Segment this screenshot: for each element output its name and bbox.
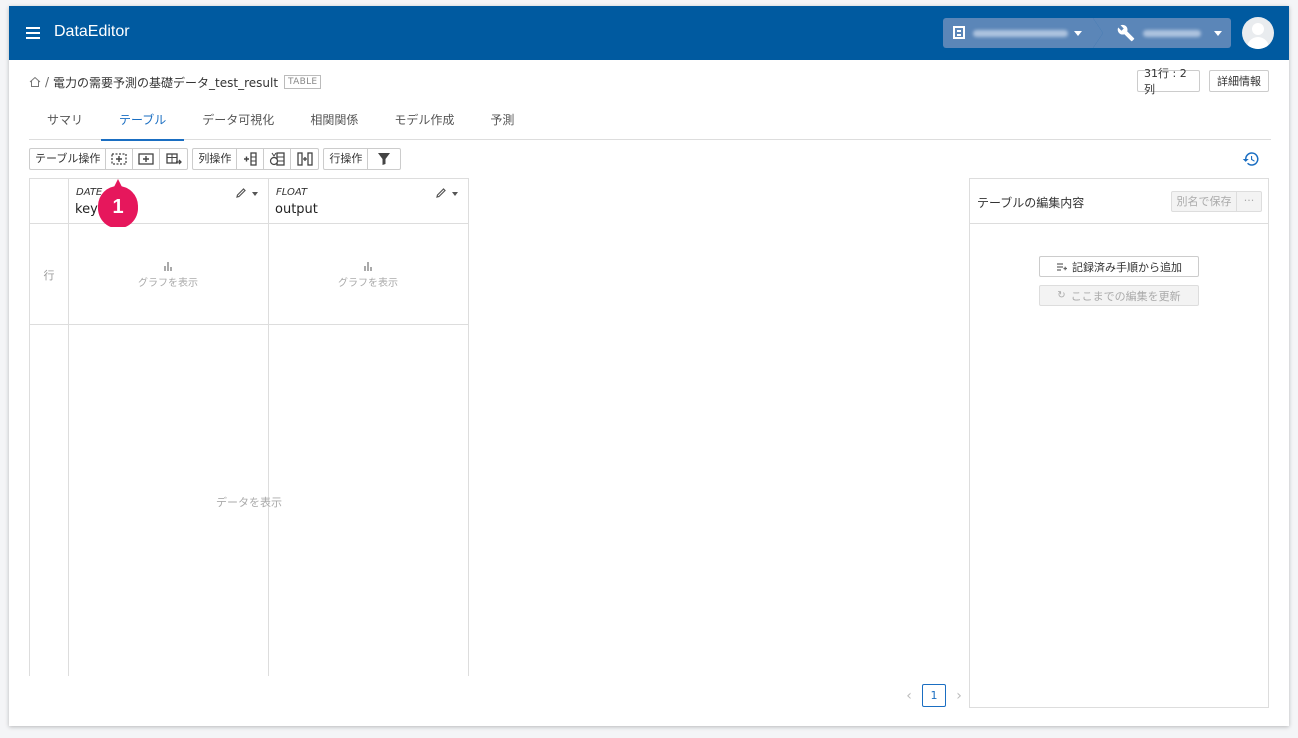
column-name: output: [275, 202, 318, 217]
add-column-button[interactable]: [237, 149, 265, 169]
app-title: DataEditor: [54, 23, 130, 40]
tab-model[interactable]: モデル作成: [376, 108, 472, 140]
column-split-button[interactable]: [291, 149, 318, 169]
table-join-button[interactable]: [106, 149, 134, 169]
chevron-down-icon: [1214, 31, 1222, 36]
bar-chart-icon: [164, 261, 172, 271]
filter-icon: [378, 153, 391, 165]
column-split-icon: [297, 152, 313, 166]
add-recorded-steps-label: 記録済み手順から追加: [1072, 260, 1182, 274]
tab-correlation[interactable]: 相関関係: [292, 108, 376, 140]
edit-pencil-icon[interactable]: [235, 187, 247, 199]
add-column-icon: [244, 152, 257, 166]
top-bar: DataEditor: [9, 6, 1289, 60]
update-edits-button[interactable]: ↻ ここまでの編集を更新: [1039, 285, 1199, 306]
save-as-button[interactable]: 別名で保存: [1171, 191, 1237, 212]
page-number-button[interactable]: 1: [922, 684, 946, 707]
column-ops-group: 列操作: [192, 148, 320, 170]
breadcrumb-separator: /: [45, 75, 50, 89]
table-name: 電力の需要予測の基礎データ_test_result: [53, 75, 279, 90]
details-button[interactable]: 詳細情報: [1209, 70, 1269, 92]
show-data-link[interactable]: データを表示: [30, 494, 468, 510]
table-ops-group: テーブル操作: [29, 148, 189, 170]
tab-bar: サマリ テーブル データ可視化 相関関係 モデル作成 予測: [29, 108, 1271, 141]
add-list-icon: [1057, 263, 1067, 271]
row-ops-label: 行操作: [324, 149, 369, 169]
project-select[interactable]: [1093, 18, 1231, 48]
row-label: 行: [43, 268, 55, 282]
step-callout-marker: 1: [98, 179, 138, 227]
next-page-icon[interactable]: ›: [952, 688, 966, 704]
add-recorded-steps-button[interactable]: 記録済み手順から追加: [1039, 256, 1199, 277]
organization-name-redacted: [973, 30, 1068, 37]
more-options-button[interactable]: ···: [1236, 191, 1262, 212]
organization-select[interactable]: [943, 18, 1103, 48]
bar-chart-icon: [364, 261, 372, 271]
column-menu-caret-icon[interactable]: [252, 192, 258, 196]
breadcrumb: / 電力の需要予測の基礎データ_test_result TABLE: [29, 72, 322, 92]
table-join-icon: [111, 153, 127, 165]
tab-table[interactable]: テーブル: [101, 108, 185, 141]
chevron-down-icon: [1074, 31, 1082, 36]
column-menu-caret-icon[interactable]: [452, 192, 458, 196]
app-window: DataEditor / 電力の需要予測の基礎データ_test_result T…: [9, 6, 1289, 726]
building-icon: [953, 26, 965, 39]
update-edits-label: ここまでの編集を更新: [1070, 289, 1181, 303]
table-shape-badge[interactable]: 31行 : 2列: [1137, 67, 1200, 96]
project-name-redacted: [1143, 30, 1201, 37]
refresh-icon: ↻: [1057, 290, 1066, 301]
prev-page-icon[interactable]: ‹: [902, 688, 916, 704]
user-avatar-icon[interactable]: [1242, 17, 1274, 49]
hamburger-menu-icon[interactable]: [26, 27, 40, 39]
row-ops-group: 行操作: [323, 148, 402, 170]
show-graph-label: グラフを表示: [338, 277, 398, 289]
column-calc-button[interactable]: [264, 149, 292, 169]
data-grid: DATE key FLOAT output 行 グラフを表示 グラフを表示 デー…: [29, 178, 469, 676]
table-type-badge: TABLE: [284, 75, 322, 89]
wrench-icon: [1117, 24, 1135, 42]
column-ops-label: 列操作: [193, 149, 238, 169]
show-graph-label: グラフを表示: [138, 277, 198, 289]
home-icon[interactable]: [29, 76, 41, 88]
panel-header: テーブルの編集内容 別名で保存 ···: [970, 179, 1268, 224]
edit-pencil-icon[interactable]: [435, 187, 447, 199]
show-graph-button[interactable]: グラフを表示: [68, 224, 268, 325]
tab-prediction[interactable]: 予測: [472, 108, 532, 140]
edit-history-panel: テーブルの編集内容 別名で保存 ··· 記録済み手順から追加 ↻ ここまでの編集…: [969, 178, 1269, 708]
table-ops-label: テーブル操作: [30, 149, 107, 169]
pagination: ‹ 1 ›: [902, 684, 966, 707]
callout-number: 1: [112, 196, 123, 218]
show-graph-button[interactable]: グラフを表示: [268, 224, 468, 325]
table-merge-button[interactable]: [133, 149, 161, 169]
table-merge-icon: [138, 153, 154, 165]
toolbar: テーブル操作 列操作 行操作: [29, 148, 405, 170]
tab-summary[interactable]: サマリ: [29, 108, 101, 140]
history-icon[interactable]: [1242, 150, 1260, 168]
panel-title: テーブルの編集内容: [977, 196, 1085, 210]
column-type: FLOAT: [276, 187, 308, 198]
column-formula-icon: [270, 152, 285, 166]
filter-button[interactable]: [368, 149, 400, 169]
table-arrow-icon: [166, 153, 182, 165]
tab-visualization[interactable]: データ可視化: [184, 108, 292, 140]
table-export-button[interactable]: [160, 149, 187, 169]
